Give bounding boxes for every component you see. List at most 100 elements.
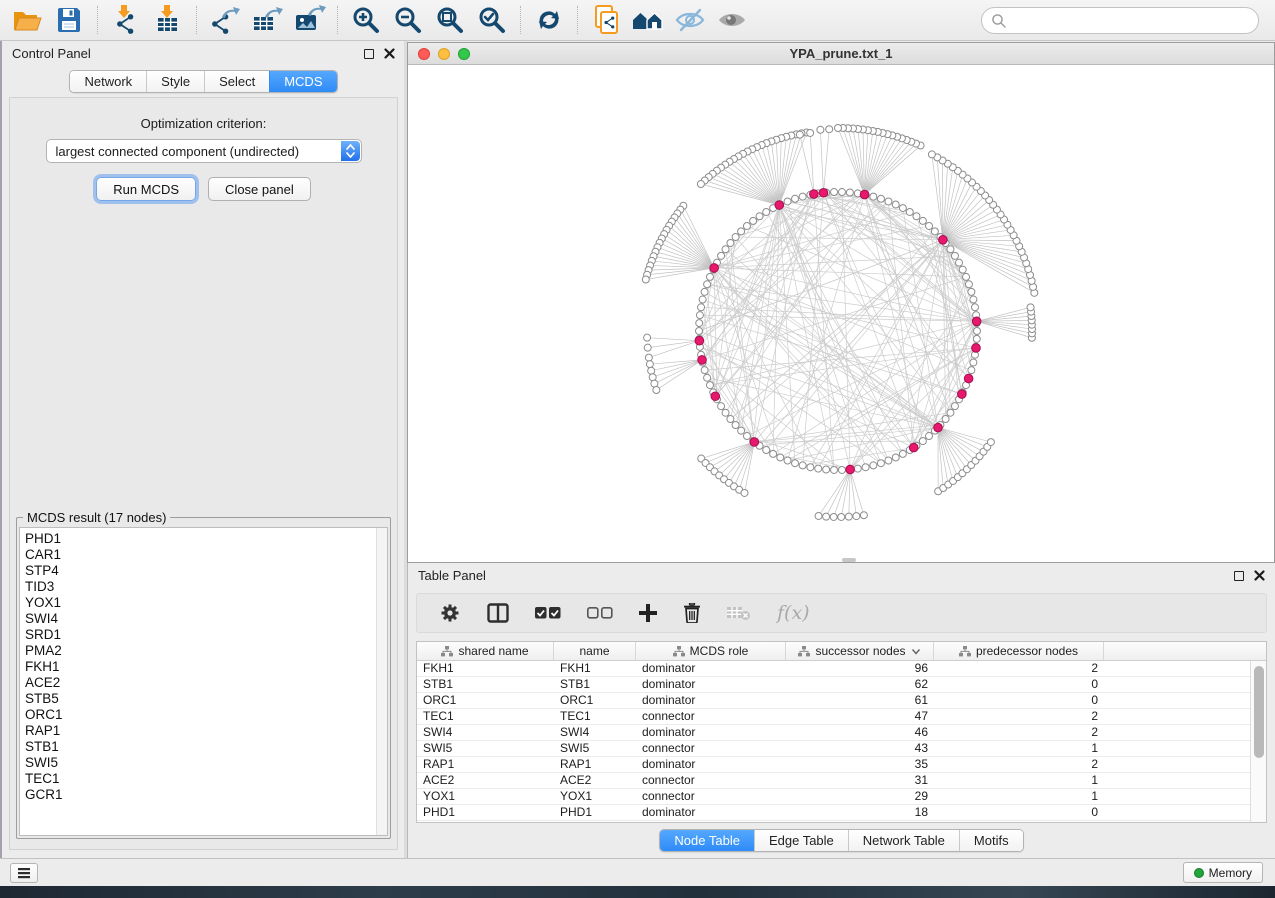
graph-hub-node[interactable] — [846, 465, 855, 474]
cell-shared-name: PHD1 — [417, 805, 554, 820]
graph-hub-node[interactable] — [964, 374, 973, 383]
graph-hub-node[interactable] — [934, 423, 943, 432]
export-table-button[interactable] — [246, 3, 288, 37]
table-row-swi5[interactable]: SWI5SWI5connector431 — [417, 741, 1250, 757]
graph-hub-node[interactable] — [958, 390, 967, 399]
select-all-checkboxes-button[interactable] — [535, 598, 561, 628]
mcds-result-item[interactable]: PHD1 — [25, 531, 387, 547]
table-row-stb1[interactable]: STB1STB1dominator620 — [417, 677, 1250, 693]
deselect-all-checkboxes-button[interactable] — [587, 598, 613, 628]
open-session-button[interactable] — [6, 3, 48, 37]
graph-hub-node[interactable] — [698, 356, 707, 365]
mcds-result-item[interactable]: SWI4 — [25, 611, 387, 627]
mcds-result-list[interactable]: PHD1CAR1STP4TID3YOX1SWI4SRD1PMA2FKH1ACE2… — [19, 527, 388, 836]
column-header-mcds-role[interactable]: MCDS role — [636, 642, 786, 660]
float-panel-icon[interactable] — [364, 49, 374, 59]
tab-network[interactable]: Network — [70, 71, 146, 92]
table-row-ace2[interactable]: ACE2ACE2connector311 — [417, 773, 1250, 789]
column-header-predecessor-nodes[interactable]: predecessor nodes — [934, 642, 1104, 660]
first-neighbors-button[interactable] — [627, 3, 669, 37]
graph-hub-node[interactable] — [750, 438, 759, 447]
mcds-result-item[interactable]: PMA2 — [25, 643, 387, 659]
graph-hub-node[interactable] — [695, 336, 704, 345]
zoom-selected-region-button[interactable] — [471, 3, 513, 37]
close-panel-button[interactable]: Close panel — [208, 177, 311, 201]
mcds-result-item[interactable]: GCR1 — [25, 787, 387, 803]
zoom-in-button[interactable] — [345, 3, 387, 37]
export-network-button[interactable] — [204, 3, 246, 37]
graph-hub-node[interactable] — [939, 236, 948, 245]
graph-hub-node[interactable] — [972, 344, 981, 353]
table-row-rap1[interactable]: RAP1RAP1dominator352 — [417, 757, 1250, 773]
save-session-icon — [55, 6, 83, 34]
import-table-file-button[interactable] — [147, 3, 189, 37]
mcds-result-item[interactable]: ORC1 — [25, 707, 387, 723]
network-canvas[interactable] — [408, 65, 1274, 562]
split-panel-button[interactable] — [487, 598, 509, 628]
graph-hub-node[interactable] — [909, 443, 918, 452]
search-input[interactable] — [1007, 11, 1258, 31]
float-table-panel-icon[interactable] — [1234, 571, 1244, 581]
mcds-result-item[interactable]: SWI5 — [25, 755, 387, 771]
mcds-result-item[interactable]: RAP1 — [25, 723, 387, 739]
add-column-button[interactable] — [639, 598, 657, 628]
graph-hub-node[interactable] — [972, 317, 981, 326]
tab-select[interactable]: Select — [204, 71, 269, 92]
splitter-handle[interactable] — [842, 558, 856, 562]
graph-hub-node[interactable] — [819, 188, 828, 197]
table-row-yox1[interactable]: YOX1YOX1connector291 — [417, 789, 1250, 805]
graph-hub-node[interactable] — [711, 392, 720, 401]
column-header-name[interactable]: name — [554, 642, 636, 660]
table-row-phd1[interactable]: PHD1PHD1dominator180 — [417, 805, 1250, 821]
tab-motifs[interactable]: Motifs — [959, 830, 1023, 851]
delete-columns-trash-button[interactable] — [683, 598, 701, 628]
hide-selected-button[interactable] — [669, 3, 711, 37]
close-panel-icon[interactable] — [384, 48, 395, 59]
mcds-result-item[interactable]: ACE2 — [25, 675, 387, 691]
graph-hub-node[interactable] — [710, 264, 719, 273]
column-settings-gear-button[interactable] — [439, 598, 461, 628]
mcds-result-item[interactable]: TEC1 — [25, 771, 387, 787]
close-table-panel-icon[interactable] — [1254, 570, 1265, 581]
mcds-result-item[interactable]: YOX1 — [25, 595, 387, 611]
result-list-scrollbar[interactable] — [376, 528, 387, 835]
table-scrollbar[interactable] — [1250, 661, 1266, 822]
mcds-result-item[interactable]: STP4 — [25, 563, 387, 579]
import-network-file-button[interactable] — [105, 3, 147, 37]
export-image-button[interactable] — [288, 3, 330, 37]
table-row-tec1[interactable]: TEC1TEC1connector472 — [417, 709, 1250, 725]
tab-mcds[interactable]: MCDS — [269, 71, 336, 92]
tab-style[interactable]: Style — [146, 71, 204, 92]
zoom-out-button[interactable] — [387, 3, 429, 37]
table-row-fkh1[interactable]: FKH1FKH1dominator962 — [417, 661, 1250, 677]
cell-predecessor-nodes: 2 — [934, 725, 1104, 740]
mcds-result-item[interactable]: TID3 — [25, 579, 387, 595]
column-header-successor-nodes[interactable]: successor nodes — [786, 642, 934, 660]
apply-preferred-layout-button[interactable] — [528, 3, 570, 37]
tab-edge-table[interactable]: Edge Table — [754, 830, 848, 851]
table-row-orc1[interactable]: ORC1ORC1dominator610 — [417, 693, 1250, 709]
memory-button[interactable]: Memory — [1183, 862, 1263, 883]
table-scrollbar-thumb[interactable] — [1254, 666, 1264, 758]
save-session-button[interactable] — [48, 3, 90, 37]
mcds-result-item[interactable]: SRD1 — [25, 627, 387, 643]
run-mcds-button[interactable]: Run MCDS — [96, 177, 196, 201]
task-history-button[interactable] — [10, 863, 38, 883]
mcds-result-item[interactable]: STB1 — [25, 739, 387, 755]
show-all-button[interactable] — [711, 3, 753, 37]
mcds-result-item[interactable]: CAR1 — [25, 547, 387, 563]
column-header-shared-name[interactable]: shared name — [417, 642, 554, 660]
network-window-titlebar[interactable]: YPA_prune.txt_1 — [408, 43, 1274, 65]
mcds-result-item[interactable]: STB5 — [25, 691, 387, 707]
optimization-criterion-select[interactable]: largest connected component (undirected) — [46, 139, 362, 163]
graph-hub-node[interactable] — [775, 201, 784, 210]
graph-hub-node[interactable] — [860, 190, 869, 199]
graph-hub-node[interactable] — [810, 190, 819, 199]
tab-node-table[interactable]: Node Table — [660, 830, 754, 851]
mcds-result-item[interactable]: FKH1 — [25, 659, 387, 675]
network-snapshot-button[interactable] — [585, 3, 627, 37]
tab-network-table[interactable]: Network Table — [848, 830, 959, 851]
control-panel-title: Control Panel — [12, 46, 364, 61]
table-row-swi4[interactable]: SWI4SWI4dominator462 — [417, 725, 1250, 741]
zoom-fit-content-button[interactable] — [429, 3, 471, 37]
